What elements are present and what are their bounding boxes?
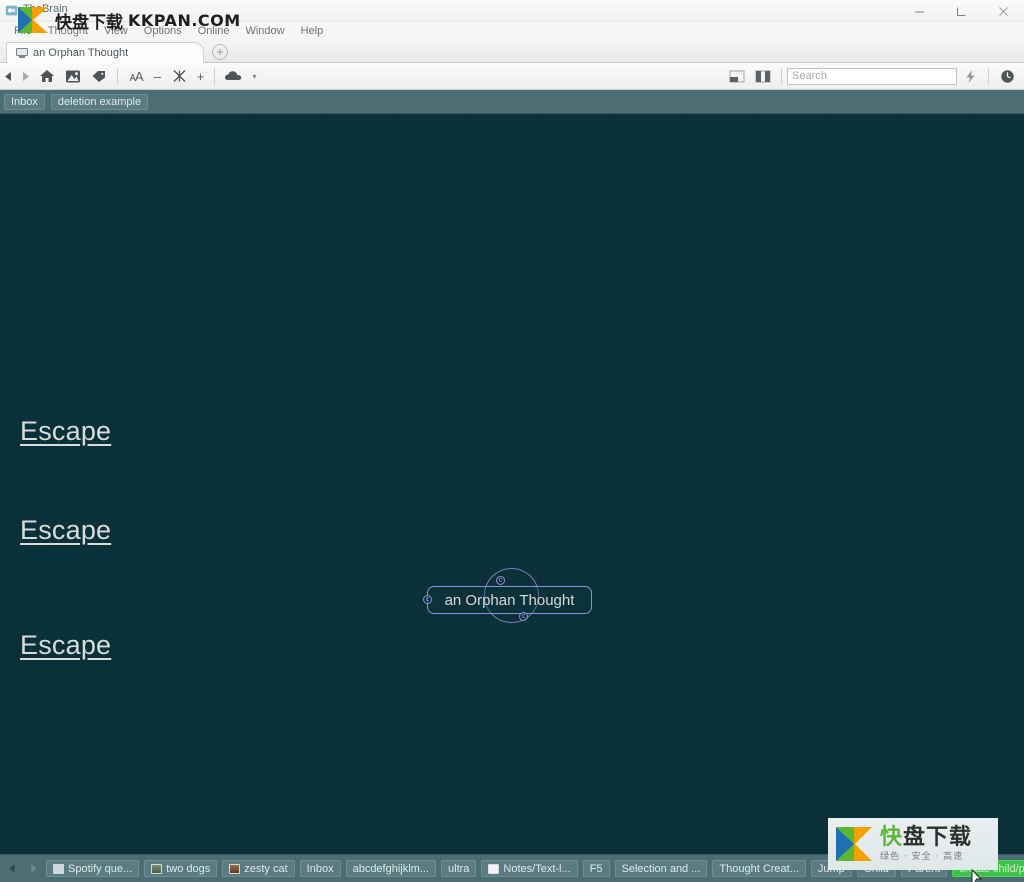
- zoom-out-button[interactable]: –: [149, 65, 166, 88]
- search-box[interactable]: [787, 67, 957, 85]
- watermark-cn-1: 快: [880, 824, 904, 850]
- menu-item-view[interactable]: View: [96, 24, 136, 38]
- zoom-in-button[interactable]: +: [192, 65, 209, 88]
- window-title: TheBrain: [23, 3, 68, 15]
- toolbar: ᴀA – + ▾: [0, 63, 1024, 90]
- network-icon[interactable]: [166, 65, 192, 88]
- menu-item-help[interactable]: Help: [293, 24, 332, 38]
- font-size-button[interactable]: ᴀA: [123, 65, 149, 88]
- cat-thumb-icon: [229, 863, 241, 874]
- photo-thumb-icon: [151, 863, 163, 874]
- pin-abcdefghijklm[interactable]: abcdefghijklm...: [345, 860, 437, 877]
- close-button[interactable]: [982, 0, 1024, 22]
- clock-history-icon[interactable]: [994, 65, 1020, 88]
- menu-item-thought[interactable]: Thought: [40, 24, 96, 38]
- music-thumb-icon: [53, 863, 64, 874]
- toolbar-separator-4: [988, 67, 989, 85]
- breadcrumb-item-inbox[interactable]: Inbox: [4, 93, 45, 110]
- pin-f5[interactable]: F5: [582, 860, 610, 877]
- watermark-sub: 绿色 · 安全 · 高速: [880, 851, 964, 862]
- back-button[interactable]: [0, 65, 17, 88]
- pin-ultra[interactable]: ultra: [441, 860, 477, 877]
- pin-label: Spotify que...: [68, 862, 133, 875]
- tab-an-orphan-thought[interactable]: an Orphan Thought: [6, 42, 204, 63]
- minimize-button[interactable]: [898, 0, 940, 22]
- pin-label: zesty cat: [244, 862, 288, 875]
- pin-label: abcdefghijklm...: [352, 862, 430, 875]
- toolbar-separator: [117, 67, 118, 85]
- pin-spotify-queue[interactable]: Spotify que...: [46, 860, 140, 877]
- menu-item-options[interactable]: Options: [136, 24, 190, 38]
- central-thought-label: an Orphan Thought: [444, 591, 575, 609]
- monitor-icon: [16, 48, 28, 58]
- pin-label: Selection and ...: [621, 862, 701, 875]
- pinbar-prev-button[interactable]: [4, 861, 20, 877]
- lightning-bolt-icon[interactable]: [957, 65, 983, 88]
- watermark-cn-2: 盘下载: [903, 824, 973, 850]
- nav-group: [0, 65, 34, 88]
- application-window: TheBrain File Thought View Options Onlin…: [0, 0, 1024, 882]
- toolbar-separator-2: [214, 67, 215, 85]
- escape-link-2[interactable]: Escape: [20, 515, 111, 546]
- watermark-logo-mark: [836, 827, 872, 861]
- tag-icon[interactable]: [86, 65, 112, 88]
- pin-label: F5: [589, 862, 603, 875]
- gate-top-icon[interactable]: c: [496, 576, 505, 585]
- window-controls: [898, 0, 1024, 22]
- menu-bar: File Thought View Options Online Window …: [0, 22, 1024, 40]
- home-icon[interactable]: [34, 65, 60, 88]
- pin-label: Inbox: [306, 862, 334, 875]
- pin-label: ultra: [448, 862, 470, 875]
- search-input[interactable]: [792, 70, 952, 82]
- tab-strip: an Orphan Thought +: [0, 40, 1024, 97]
- pin-label: Thought Creat...: [719, 862, 799, 875]
- watermark-text: 快盘下载 绿色 · 安全 · 高速: [880, 824, 973, 862]
- pin-zesty-cat[interactable]: zesty cat: [222, 860, 295, 877]
- pin-label: Notes/Text-l...: [503, 862, 571, 875]
- thought-canvas[interactable]: Escape Escape Escape an Orphan Thought c…: [0, 114, 1024, 854]
- gate-bottom-icon[interactable]: c: [519, 612, 528, 621]
- menu-item-window[interactable]: Window: [237, 24, 292, 38]
- central-thought[interactable]: an Orphan Thought: [427, 586, 592, 614]
- escape-link-1[interactable]: Escape: [20, 416, 111, 447]
- maximize-button[interactable]: [940, 0, 982, 22]
- watermark-logo: 快盘下载 绿色 · 安全 · 高速: [828, 818, 998, 870]
- font-size-label: ᴀA: [129, 68, 143, 84]
- breadcrumb-item-deletion-example[interactable]: deletion example: [50, 93, 149, 110]
- pin-two-dogs[interactable]: two dogs: [144, 860, 218, 877]
- new-tab-button[interactable]: +: [212, 44, 228, 60]
- tab-label: an Orphan Thought: [33, 47, 129, 59]
- layout-right-icon[interactable]: [750, 65, 776, 88]
- watermark-main: 快盘下载: [880, 824, 973, 850]
- escape-link-3[interactable]: Escape: [20, 630, 111, 661]
- title-bar: TheBrain: [0, 0, 1024, 22]
- gate-left-icon[interactable]: c: [423, 595, 432, 604]
- pin-thought-creation[interactable]: Thought Creat...: [712, 860, 806, 877]
- pin-inbox[interactable]: Inbox: [299, 860, 341, 877]
- pin-selection-and[interactable]: Selection and ...: [614, 860, 708, 877]
- forward-button[interactable]: [17, 65, 34, 88]
- brain-app-icon: [5, 5, 18, 16]
- note-thumb-icon: [488, 863, 500, 874]
- menu-item-online[interactable]: Online: [190, 24, 238, 38]
- cloud-icon[interactable]: [220, 65, 246, 88]
- menu-item-file[interactable]: File: [6, 24, 40, 38]
- thought-image-icon[interactable]: [60, 65, 86, 88]
- pin-label: two dogs: [166, 862, 211, 875]
- layout-left-icon[interactable]: [724, 65, 750, 88]
- breadcrumb: Inbox deletion example: [0, 90, 1024, 114]
- cloud-caret-icon[interactable]: ▾: [246, 65, 263, 88]
- pin-notes-text[interactable]: Notes/Text-l...: [481, 860, 578, 877]
- toolbar-separator-3: [781, 67, 782, 85]
- pinbar-next-button[interactable]: [25, 861, 41, 877]
